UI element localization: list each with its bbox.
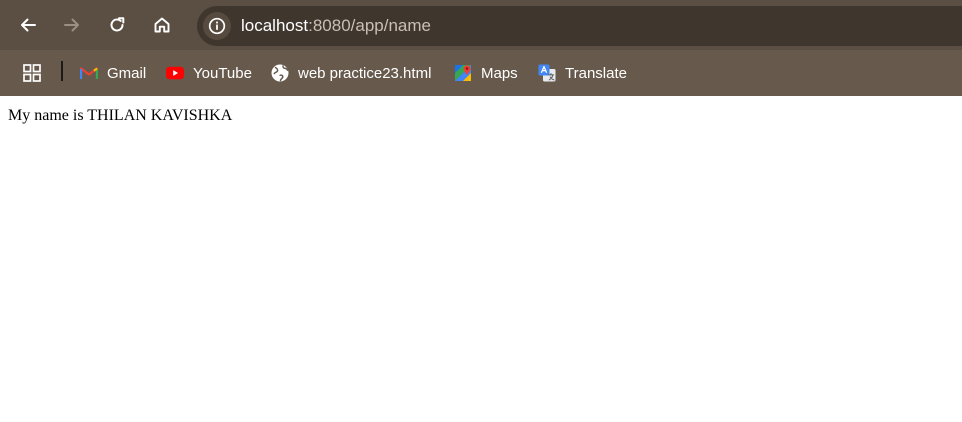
reload-button[interactable] bbox=[99, 7, 135, 43]
apps-button[interactable] bbox=[16, 59, 48, 87]
reload-icon bbox=[110, 17, 125, 32]
bookmark-label: Translate bbox=[565, 64, 627, 82]
maps-icon bbox=[454, 64, 472, 82]
url-host: localhost bbox=[241, 16, 309, 35]
youtube-icon bbox=[166, 64, 184, 82]
bookmark-label: Gmail bbox=[107, 64, 147, 82]
globe-icon bbox=[271, 64, 289, 82]
bookmark-youtube[interactable]: YouTube bbox=[166, 59, 252, 87]
bookmark-label: Maps bbox=[481, 64, 518, 82]
back-button[interactable] bbox=[10, 7, 46, 43]
bookmark-label: YouTube bbox=[193, 64, 252, 82]
translate-icon bbox=[538, 64, 556, 82]
arrow-left-icon bbox=[21, 18, 36, 32]
bookmark-gmail[interactable]: Gmail bbox=[80, 59, 146, 87]
url-text[interactable]: localhost:8080/app/name bbox=[241, 16, 431, 36]
bookmark-label: web practice23.html bbox=[298, 64, 432, 82]
home-button[interactable] bbox=[144, 7, 180, 43]
bookmarks-bar: Gmail YouTube web practice23.html Maps T… bbox=[0, 50, 962, 96]
browser-window: localhost:8080/app/name Gmail YouTube we… bbox=[0, 0, 962, 422]
page-text: My name is THILAN KAVISHKA bbox=[8, 107, 233, 124]
browser-toolbar: localhost:8080/app/name bbox=[0, 0, 962, 50]
site-info-button[interactable] bbox=[203, 12, 231, 40]
arrow-right-icon bbox=[64, 18, 79, 32]
bookmark-maps[interactable]: Maps bbox=[454, 59, 518, 87]
bookmark-translate[interactable]: Translate bbox=[538, 59, 627, 87]
address-bar[interactable]: localhost:8080/app/name bbox=[197, 6, 962, 46]
apps-grid-icon bbox=[23, 64, 41, 82]
bookmarks-separator bbox=[61, 61, 63, 81]
page-content: My name is THILAN KAVISHKA bbox=[0, 96, 962, 422]
forward-button[interactable] bbox=[54, 7, 90, 43]
info-icon bbox=[208, 17, 226, 35]
home-icon bbox=[154, 17, 170, 33]
url-path: :8080/app/name bbox=[308, 16, 431, 35]
bookmark-web-practice[interactable]: web practice23.html bbox=[271, 59, 431, 87]
gmail-icon bbox=[80, 64, 98, 82]
